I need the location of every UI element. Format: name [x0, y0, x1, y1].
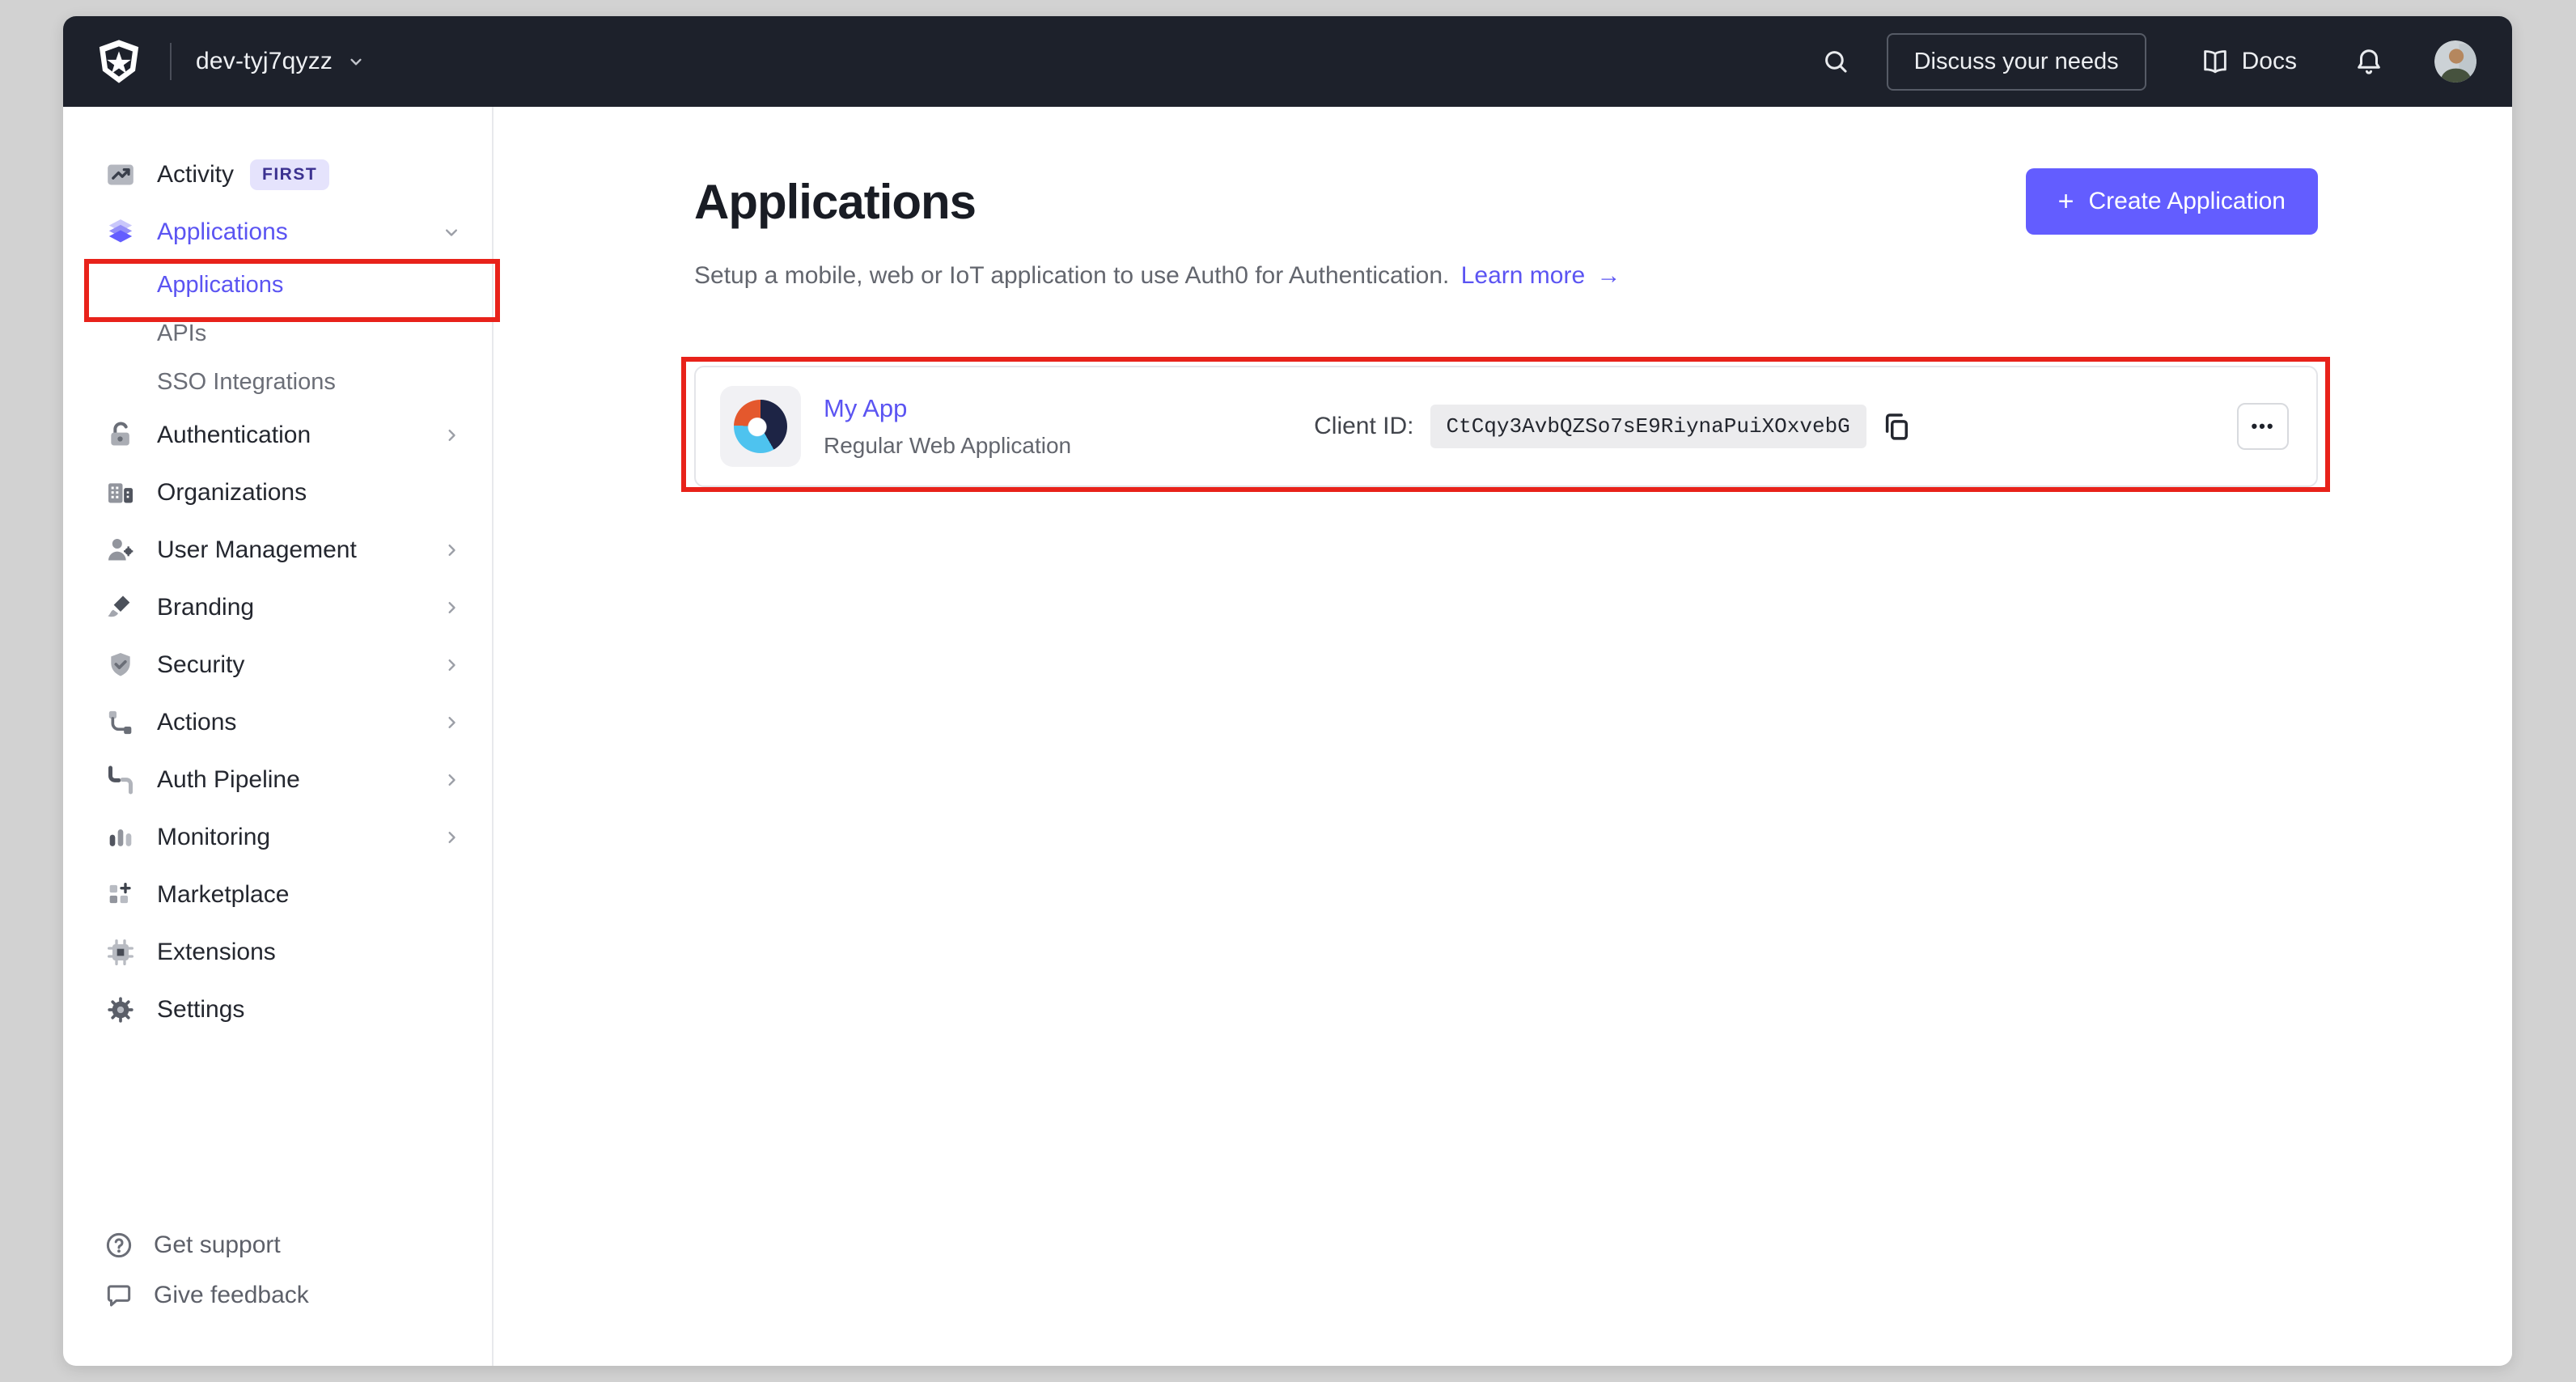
- sidebar-subitem-apis[interactable]: APIs: [63, 309, 492, 358]
- sidebar-item-security[interactable]: Security: [63, 636, 492, 693]
- chevron-right-icon: [440, 539, 463, 562]
- learn-more-link[interactable]: Learn more: [1461, 262, 1585, 289]
- page-title: Applications: [694, 174, 977, 229]
- page-subtitle: Setup a mobile, web or IoT application t…: [694, 262, 1621, 289]
- paintbrush-icon: [104, 591, 138, 625]
- layers-icon: [104, 215, 138, 249]
- chevron-right-icon: [440, 769, 463, 791]
- topbar-actions: Discuss your needs Docs: [1820, 32, 2476, 91]
- tenant-switcher[interactable]: dev-tyj7qyzz: [196, 48, 366, 75]
- auth0-logo[interactable]: [95, 38, 142, 85]
- auth0-shield-icon: [99, 40, 139, 83]
- chevron-right-icon: [440, 826, 463, 849]
- sidebar-item-label: Applications: [157, 218, 288, 245]
- discuss-your-needs-button[interactable]: Discuss your needs: [1886, 32, 2146, 91]
- main-content: Applications + Create Application Setup …: [494, 107, 2512, 1366]
- chevron-right-icon: [440, 424, 463, 447]
- app-meta: My App Regular Web Application: [824, 394, 1071, 459]
- sidebar-item-marketplace[interactable]: Marketplace: [63, 866, 492, 923]
- help-circle-icon: [104, 1230, 134, 1261]
- tenant-name: dev-tyj7qyzz: [196, 48, 333, 74]
- gear-icon: [104, 993, 138, 1027]
- feedback-bubble-icon: [104, 1280, 134, 1311]
- sidebar-item-auth-pipeline[interactable]: Auth Pipeline: [63, 751, 492, 808]
- sidebar-subitem-applications[interactable]: Applications: [63, 261, 492, 309]
- dashboard-window: dev-tyj7qyzz Discuss your needs Docs Act…: [63, 16, 2512, 1366]
- activity-icon: [104, 158, 138, 192]
- sidebar-item-branding[interactable]: Branding: [63, 579, 492, 636]
- chevron-down-icon: [440, 221, 463, 244]
- top-navigation-bar: dev-tyj7qyzz Discuss your needs Docs: [63, 16, 2512, 107]
- shield-check-icon: [104, 648, 138, 682]
- sidebar-item-extensions[interactable]: Extensions: [63, 923, 492, 981]
- sidebar-item-label: Activity: [157, 160, 235, 188]
- arrow-right-icon: →: [1596, 262, 1621, 289]
- sidebar-item-organizations[interactable]: Organizations: [63, 464, 492, 521]
- client-id-label: Client ID:: [1314, 413, 1414, 439]
- sidebar-item-monitoring[interactable]: Monitoring: [63, 808, 492, 866]
- sidebar-item-activity[interactable]: Activity FIRST: [63, 146, 492, 203]
- sidebar-item-settings[interactable]: Settings: [63, 981, 492, 1038]
- pipeline-icon: [104, 763, 138, 797]
- give-feedback-link[interactable]: Give feedback: [63, 1270, 492, 1321]
- chevron-down-icon: [350, 58, 362, 66]
- user-gear-icon: [104, 533, 138, 567]
- search-button[interactable]: [1820, 46, 1851, 77]
- bell-icon: [2358, 49, 2380, 74]
- notifications-button[interactable]: [2354, 46, 2384, 77]
- chevron-right-icon: [440, 711, 463, 734]
- chevron-right-icon: [440, 654, 463, 676]
- topbar-divider: [170, 43, 172, 80]
- app-name-link[interactable]: My App: [824, 394, 1071, 423]
- docs-link[interactable]: Docs: [2200, 46, 2297, 77]
- client-id-cluster: Client ID: CtCqy3AvbQZSo7sE9RiynaPuiXOxv…: [1314, 405, 1913, 448]
- create-application-button[interactable]: + Create Application: [2025, 168, 2318, 235]
- plus-icon: +: [2057, 186, 2074, 217]
- copy-icon: [1885, 413, 1908, 440]
- application-row[interactable]: My App Regular Web Application Client ID…: [694, 366, 2318, 487]
- page-body: Activity FIRST Applications Applications…: [63, 107, 2512, 1366]
- grid-plus-icon: [104, 878, 138, 912]
- app-logo-tile: [720, 386, 801, 467]
- client-id-value: CtCqy3AvbQZSo7sE9RiynaPuiXOxvebG: [1430, 405, 1866, 448]
- chip-icon: [104, 935, 138, 969]
- sidebar-item-authentication[interactable]: Authentication: [63, 406, 492, 464]
- sidebar-item-applications[interactable]: Applications: [63, 203, 492, 261]
- sidebar-item-user-management[interactable]: User Management: [63, 521, 492, 579]
- sidebar-footer: Get support Give feedback: [63, 1220, 492, 1321]
- sidebar-subitem-sso-integrations[interactable]: SSO Integrations: [63, 358, 492, 406]
- lock-icon: [104, 418, 138, 452]
- sidebar-item-actions[interactable]: Actions: [63, 693, 492, 751]
- copy-client-id-button[interactable]: [1879, 409, 1913, 443]
- book-icon: [2203, 50, 2226, 74]
- first-badge: FIRST: [250, 159, 330, 190]
- sidebar-navigation: Activity FIRST Applications Applications…: [63, 107, 494, 1366]
- ellipsis-menu-button[interactable]: •••: [2237, 403, 2289, 450]
- app-logo: [734, 400, 787, 453]
- create-application-label: Create Application: [2088, 188, 2286, 214]
- bar-chart-icon: [104, 820, 138, 854]
- organization-icon: [104, 476, 138, 510]
- flow-icon: [104, 706, 138, 740]
- docs-label: Docs: [2241, 48, 2297, 74]
- avatar-photo: [2434, 40, 2476, 83]
- chevron-right-icon: [440, 596, 463, 619]
- search-icon: [1824, 51, 1847, 73]
- user-avatar[interactable]: [2434, 40, 2476, 83]
- main-header: Applications + Create Application: [694, 168, 2318, 235]
- app-type: Regular Web Application: [824, 433, 1072, 458]
- get-support-link[interactable]: Get support: [63, 1220, 492, 1270]
